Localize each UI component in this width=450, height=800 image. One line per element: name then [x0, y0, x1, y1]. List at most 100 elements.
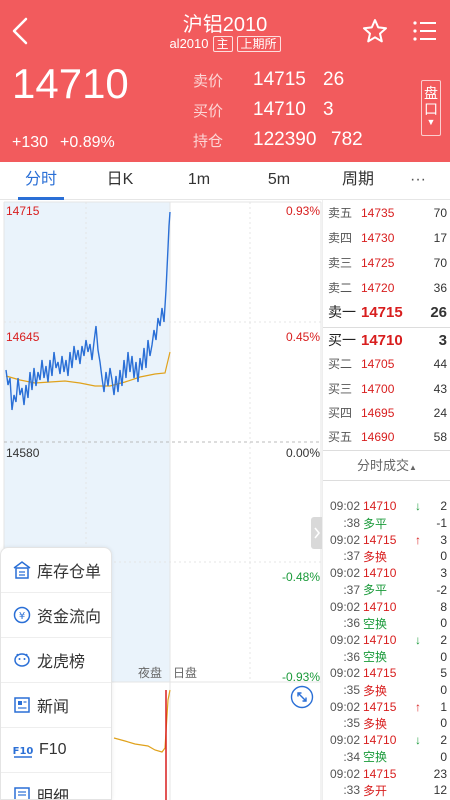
last-price: 14710: [12, 60, 129, 107]
trade-time: :35: [343, 683, 360, 698]
bid-level-label: 买五: [328, 430, 353, 444]
expand-chart-icon[interactable]: [290, 685, 314, 709]
sell-quote-row: 卖价 14715 26: [193, 68, 344, 92]
order-book-toggle[interactable]: 盘口 ▼: [421, 80, 441, 136]
trade-quantity: 1: [440, 699, 447, 714]
trade-quantity: -1: [436, 516, 447, 531]
bid-price: 14695: [361, 405, 395, 420]
bid-volume: 58: [433, 429, 447, 444]
bid-price: 14690: [361, 429, 395, 444]
bid-row-1: 买一 14710 3: [323, 326, 450, 354]
side-function-menu: 库存仓单 ¥ 资金流向 龙虎榜 新闻 F10 F10 明细: [0, 547, 112, 800]
trade-direction-arrow: ↓: [415, 632, 421, 647]
tab-period[interactable]: 周期: [330, 162, 386, 200]
exchange-tag: 上期所: [236, 36, 281, 52]
side-item-news[interactable]: 新闻: [1, 683, 111, 728]
trade-price-or-type: 多换: [363, 716, 388, 731]
side-item-inventory[interactable]: 库存仓单: [1, 548, 111, 593]
ask-price: 14720: [361, 280, 395, 295]
trade-quantity: 2: [440, 733, 447, 748]
trade-quantity: 8: [440, 599, 447, 614]
ask-row-5: 卖五 14735 70: [323, 200, 450, 225]
tab-5m[interactable]: 5m: [252, 162, 306, 200]
ask-row-3: 卖三 14725 70: [323, 250, 450, 275]
bid-volume: 43: [433, 381, 447, 396]
bid-level-label: 买四: [328, 406, 353, 420]
trade-row: :37 多换 0: [323, 548, 450, 565]
side-item-label: 龙虎榜: [37, 654, 86, 671]
trade-price-or-type: 多换: [363, 549, 388, 564]
trade-price-or-type: 14715: [363, 699, 397, 714]
favorite-star-icon[interactable]: [362, 18, 388, 44]
contract-code: al2010: [169, 36, 209, 51]
bid-level-label: 买三: [328, 382, 353, 396]
buy-volume: 3: [323, 99, 334, 120]
day-session-label: 日盘: [173, 666, 198, 680]
tab-1m[interactable]: 1m: [172, 162, 226, 200]
more-tabs-icon[interactable]: ···: [398, 162, 438, 200]
side-item-detail[interactable]: 明细: [1, 773, 111, 799]
level-pct-4: -0.48%: [281, 570, 320, 584]
trade-price-or-type: 多平: [363, 583, 388, 598]
trade-direction-arrow: ↓: [415, 499, 421, 514]
level-price-3: 14580: [6, 446, 40, 460]
bid-row-4: 买四 14695 24: [323, 400, 450, 425]
bid-row-3: 买三 14700 43: [323, 376, 450, 401]
bid-price: 14705: [361, 356, 395, 371]
tab-intraday[interactable]: 分时: [14, 162, 68, 200]
buy-price: 14710: [253, 99, 306, 120]
menu-list-icon[interactable]: [412, 20, 438, 42]
open-interest-row: 持仓 122390 782: [193, 128, 363, 152]
trade-price-or-type: 空换: [363, 650, 388, 665]
trade-time: 09:02: [329, 599, 360, 614]
trade-time: :35: [343, 716, 360, 731]
ask-row-4: 卖四 14730 17: [323, 225, 450, 250]
ask-volume: 70: [433, 255, 447, 270]
bid-volume: 24: [433, 405, 447, 420]
time-sales-header[interactable]: 分时成交▲: [323, 455, 450, 474]
side-item-money-flow[interactable]: ¥ 资金流向: [1, 593, 111, 638]
trade-row: :33 多开 12: [323, 782, 450, 799]
trade-row: :38 多平 -1: [323, 515, 450, 532]
trade-direction-arrow: ↑: [415, 532, 421, 547]
trade-quantity: 0: [440, 716, 447, 731]
trade-quantity: 3: [440, 532, 447, 547]
bid-row-5: 买五 14690 58: [323, 424, 450, 449]
side-item-label: 资金流向: [37, 609, 102, 626]
trade-time: :33: [343, 783, 360, 798]
detail-icon: [14, 787, 30, 799]
ask-price: 14730: [361, 230, 395, 245]
trade-time: :37: [343, 549, 360, 564]
trade-price-or-type: 空换: [363, 616, 388, 631]
trade-direction-arrow: ↑: [415, 699, 421, 714]
dragon-tiger-icon: [14, 653, 30, 667]
sell-volume: 26: [323, 69, 345, 90]
trade-price-or-type: 多换: [363, 683, 388, 698]
trade-row: 09:02 14710 ↓ 2: [323, 632, 450, 649]
trade-quantity: 0: [440, 549, 447, 564]
change-absolute: +130: [12, 134, 49, 151]
bid-row-2: 买二 14705 44: [323, 351, 450, 376]
trade-row: 09:02 14715 23: [323, 765, 450, 782]
caret-up-icon: ▲: [409, 463, 417, 472]
side-item-f10[interactable]: F10 F10: [1, 728, 111, 773]
side-item-dragon-tiger[interactable]: 龙虎榜: [1, 638, 111, 683]
trade-quantity: 0: [440, 749, 447, 764]
trade-time: 09:02: [329, 632, 360, 647]
ask-price: 14715: [361, 303, 403, 321]
trade-row: :36 空换 0: [323, 648, 450, 665]
level-pct-1: 0.93%: [285, 204, 320, 218]
level-price-2: 14645: [6, 330, 40, 344]
ask-row-2: 卖二 14720 36: [323, 275, 450, 300]
order-book-toggle-label: 盘口: [424, 85, 438, 117]
quote-header: 沪铝2010 al2010 主上期所 14710 +130 +0.89% 卖价 14…: [0, 0, 450, 162]
side-item-label: F10: [39, 741, 67, 758]
open-interest-label: 持仓: [193, 132, 224, 150]
tab-daily-k[interactable]: 日K: [92, 162, 148, 200]
change-percent: +0.89%: [60, 134, 115, 151]
svg-text:F10: F10: [13, 746, 33, 757]
ask-volume: 17: [433, 230, 447, 245]
level-pct-5: -0.93%: [281, 670, 320, 684]
ask-level-label: 卖四: [328, 231, 353, 245]
bid-level-label: 买一: [328, 332, 356, 348]
